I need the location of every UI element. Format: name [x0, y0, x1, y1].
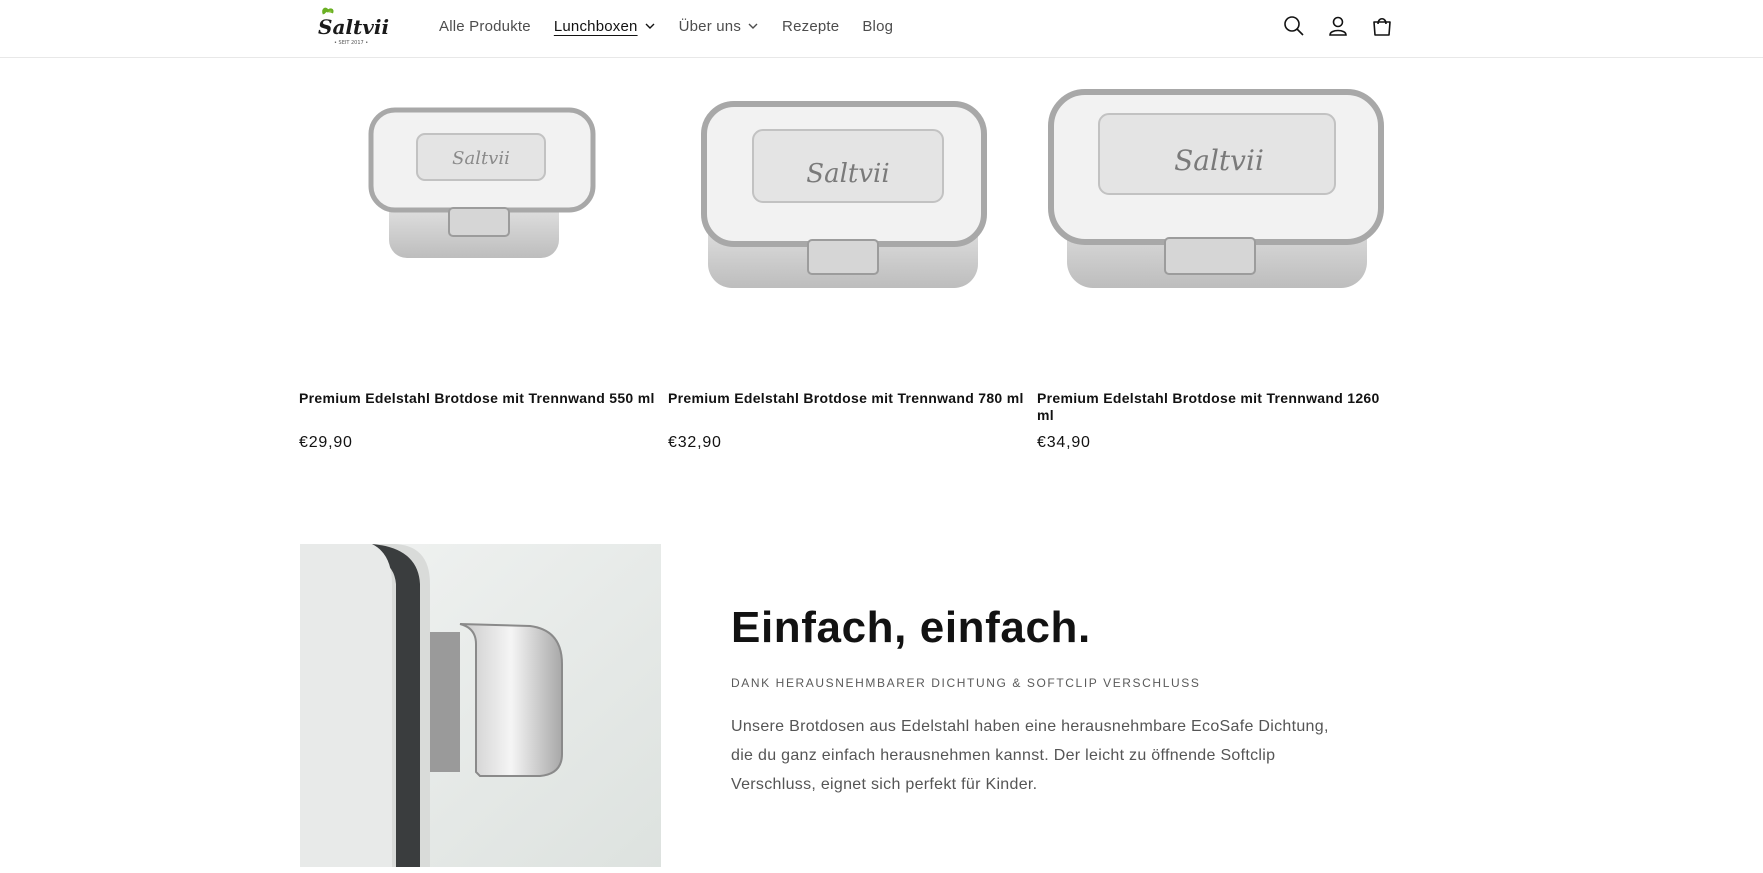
- feature-description: Unsere Brotdosen aus Edelstahl haben ein…: [731, 718, 1329, 793]
- product-image-logo: Saltvii: [1174, 144, 1264, 177]
- product-image[interactable]: Saltvii: [1037, 58, 1391, 378]
- logo-wordmark: Saltvii: [318, 15, 389, 39]
- product-price: €32,90: [668, 434, 722, 451]
- feature-image: [300, 544, 661, 867]
- product-title[interactable]: Premium Edelstahl Brotdose mit Trennwand…: [1037, 390, 1397, 424]
- product-title[interactable]: Premium Edelstahl Brotdose mit Trennwand…: [299, 390, 659, 407]
- chevron-down-icon: [748, 23, 758, 29]
- cart-icon: [1373, 17, 1391, 36]
- header-icons: [1280, 12, 1412, 40]
- product-title[interactable]: Premium Edelstahl Brotdose mit Trennwand…: [668, 390, 1028, 407]
- nav-label: Alle Produkte: [439, 17, 531, 35]
- feature-subtitle: DANK HERAUSNEHMBARER DICHTUNG & SOFTCLIP…: [731, 676, 1201, 690]
- product-image-logo: Saltvii: [452, 148, 510, 169]
- nav-label: Lunchboxen: [553, 17, 638, 35]
- product-grid: Saltvii Premium Edelstahl Brotdose mit T…: [299, 58, 1399, 458]
- nav-label: Über uns: [678, 17, 742, 35]
- nav-item-alle-produkte[interactable]: Alle Produkte: [439, 18, 531, 35]
- product-image[interactable]: Saltvii: [299, 58, 653, 378]
- product-price: €34,90: [1037, 434, 1091, 451]
- search-icon: [1284, 16, 1304, 36]
- logo-image: Saltvii • SEIT 2017 •: [318, 7, 389, 46]
- site-header: Saltvii • SEIT 2017 • Alle Produkte Lunc…: [0, 0, 1763, 58]
- nav-item-rezepte[interactable]: Rezepte: [782, 18, 839, 35]
- cart-button[interactable]: [1368, 12, 1396, 40]
- search-button[interactable]: [1280, 12, 1308, 40]
- product-image-logo: Saltvii: [806, 159, 889, 189]
- chevron-down-icon: [645, 23, 655, 29]
- nav-item-lunchboxen[interactable]: Lunchboxen: [554, 18, 656, 35]
- account-button[interactable]: [1324, 12, 1352, 40]
- account-icon: [1329, 16, 1347, 36]
- logo-tagline: • SEIT 2017 •: [334, 40, 368, 46]
- softclip-closeup-image: [300, 544, 661, 867]
- main-nav: Alle Produkte Lunchboxen Über uns Rezept…: [439, 0, 916, 52]
- nav-label: Blog: [862, 17, 894, 35]
- product-image[interactable]: Saltvii: [668, 58, 1022, 378]
- nav-item-ueber-uns[interactable]: Über uns: [679, 18, 759, 35]
- feature-title: Einfach, einfach.: [731, 603, 1091, 652]
- brand-logo[interactable]: Saltvii • SEIT 2017 •: [314, 4, 390, 50]
- nav-item-blog[interactable]: Blog: [862, 18, 893, 35]
- nav-label: Rezepte: [782, 17, 840, 35]
- product-price: €29,90: [299, 434, 353, 451]
